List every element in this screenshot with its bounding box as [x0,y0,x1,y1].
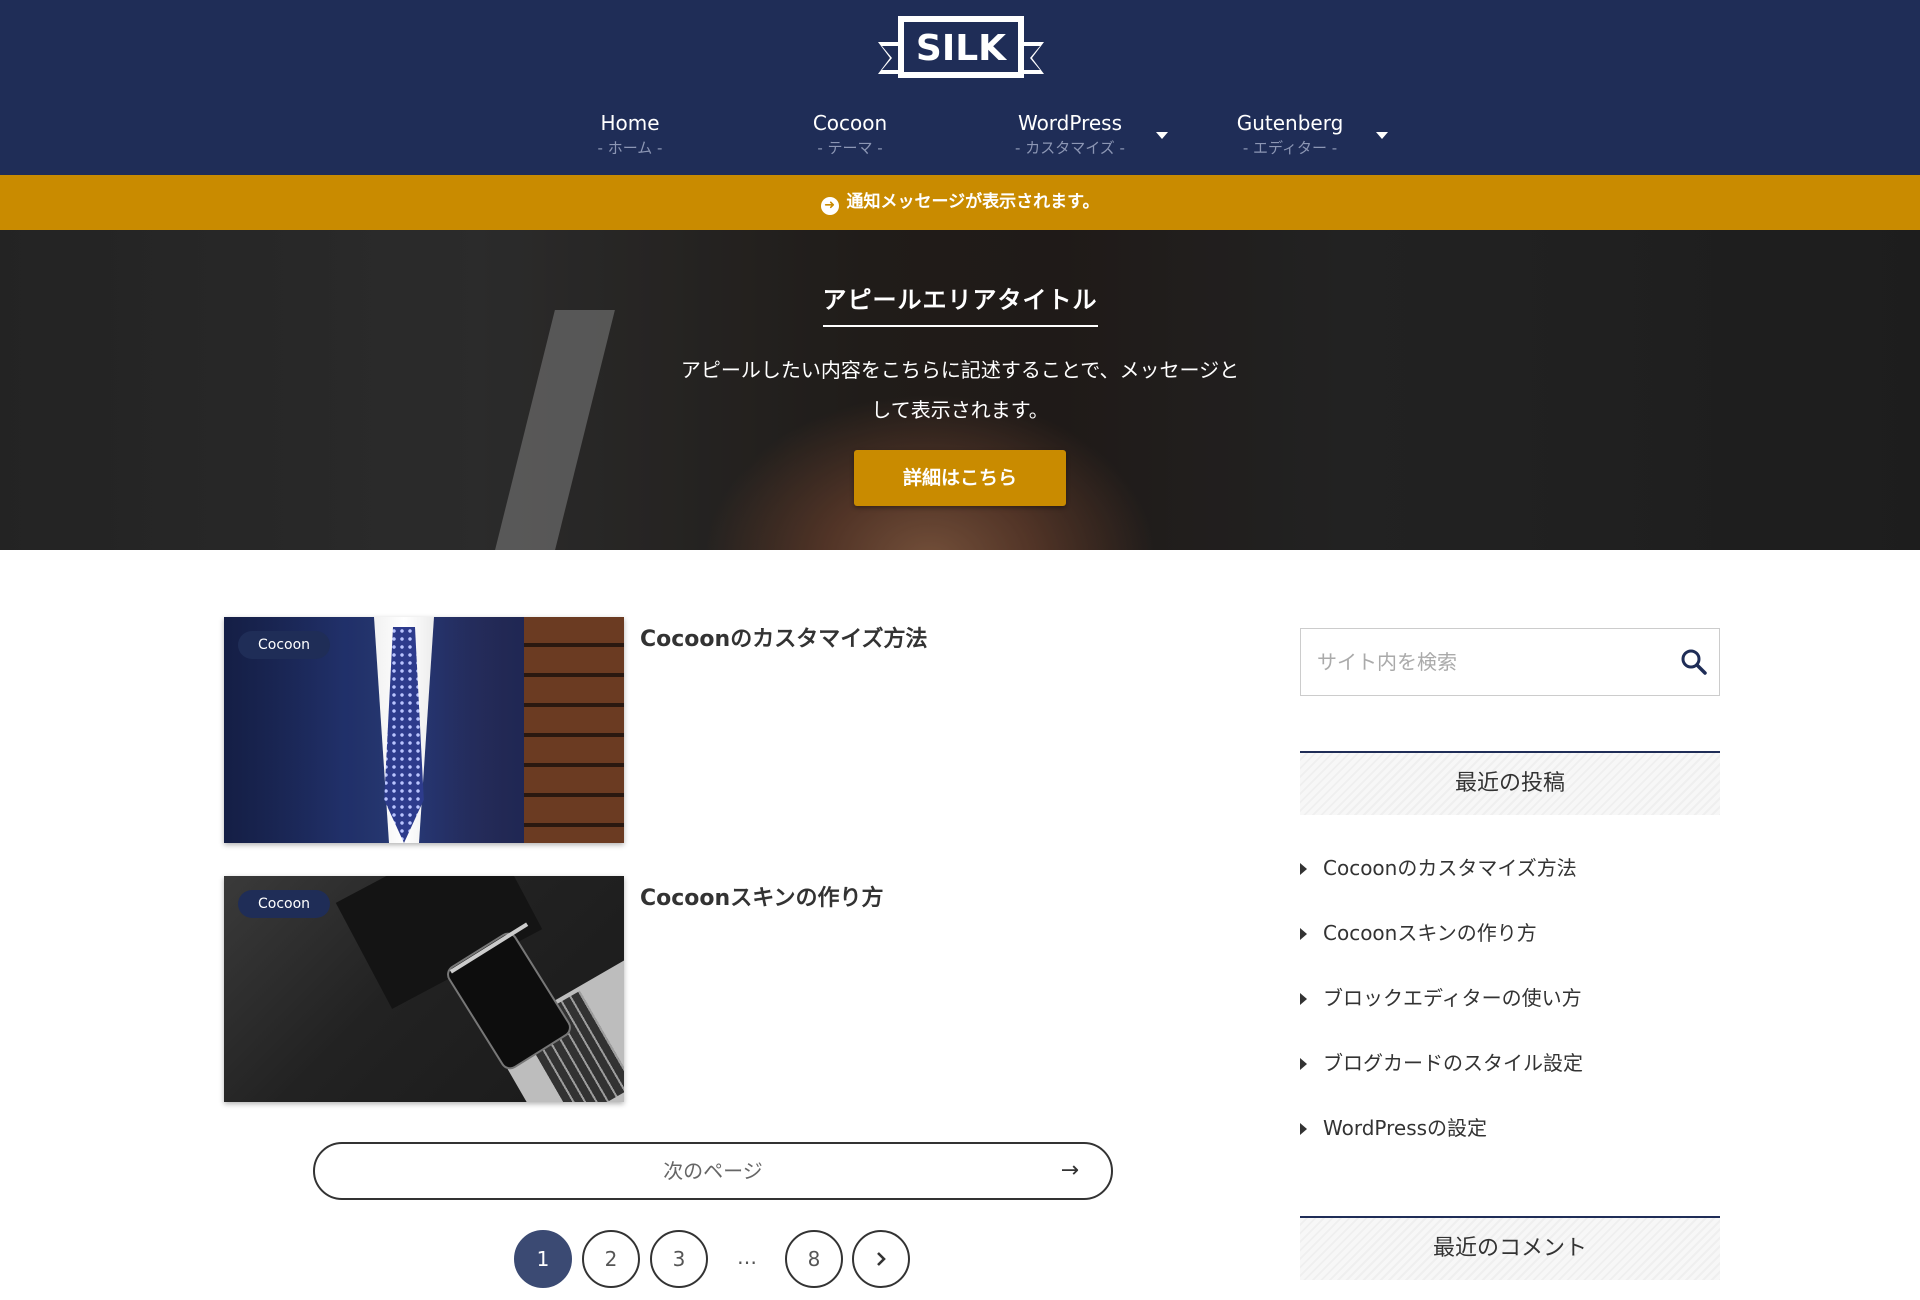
caret-right-icon [1300,1058,1307,1070]
page-number[interactable]: 3 [650,1230,708,1288]
page-number[interactable]: 2 [582,1230,640,1288]
entry-thumbnail[interactable]: Cocoon [224,617,624,843]
entry-title[interactable]: Cocoonのカスタマイズ方法 [640,621,928,653]
nav-item-gutenberg[interactable]: Gutenberg - エディター - [1180,110,1400,158]
arrow-right-icon: → [1060,1158,1079,1183]
search-input[interactable] [1301,629,1661,695]
search-icon[interactable] [1679,647,1709,677]
appeal-details-button[interactable]: 詳細はこちら [854,450,1066,506]
nav-label: Gutenberg [1236,111,1344,135]
logo-text: SILK [916,28,1007,69]
nav-sublabel: - カスタマイズ - [1015,139,1125,157]
appeal-title: アピールエリアタイトル [822,280,1098,327]
recent-post-link[interactable]: Cocoonのカスタマイズ方法 [1300,852,1720,881]
notice-bar[interactable]: ➜ 通知メッセージが表示されます。 [0,175,1920,230]
appeal-message: アピールしたい内容をこちらに記述することで、メッセージと して表示されます。 [680,358,1240,422]
nav-label: Home [600,111,660,135]
nav-item-home[interactable]: Home - ホーム - [520,110,740,158]
site-logo[interactable]: SILK [876,12,1046,88]
entry-card[interactable]: Cocoon Cocoonスキンの作り方 [224,876,1264,1102]
caret-right-icon [1300,993,1307,1005]
recent-post-link[interactable]: ブログカードのスタイル設定 [1300,1047,1720,1076]
nav-item-cocoon[interactable]: Cocoon - テーマ - [740,110,960,158]
caret-right-icon [1300,863,1307,875]
notice-text: 通知メッセージが表示されます。 [846,192,1100,212]
chevron-down-icon[interactable] [1376,132,1388,139]
category-label: Cocoon [238,890,331,918]
page-number[interactable]: 8 [785,1230,843,1288]
nav-item-wordpress[interactable]: WordPress - カスタマイズ - [960,110,1180,158]
recent-post-link[interactable]: ブロックエディターの使い方 [1300,982,1720,1011]
recent-posts-title: 最近の投稿 [1300,751,1720,815]
nav-label: Cocoon [812,111,888,135]
nav-label: WordPress [1017,111,1123,135]
recent-post-link[interactable]: WordPressの設定 [1300,1112,1720,1141]
nav-sublabel: - エディター - [1242,139,1338,157]
next-page-button[interactable]: 次のページ → [313,1142,1113,1200]
chevron-right-icon [877,1252,886,1266]
caret-right-icon [1300,928,1307,940]
next-page-label: 次のページ [663,1159,763,1183]
site-header: SILK Home - ホーム - Cocoon - テーマ - WordPre… [0,0,1920,175]
page-number-current[interactable]: 1 [514,1230,572,1288]
entry-title[interactable]: Cocoonスキンの作り方 [640,880,884,912]
caret-right-icon [1300,1123,1307,1135]
page-ellipsis: … [737,1245,757,1269]
global-nav: Home - ホーム - Cocoon - テーマ - WordPress - … [0,110,1920,170]
entry-thumbnail[interactable]: Cocoon [224,876,624,1102]
nav-sublabel: - テーマ - [817,139,883,157]
entry-card[interactable]: Cocoon Cocoonのカスタマイズ方法 [224,617,1264,843]
chevron-down-icon[interactable] [1156,132,1168,139]
nav-sublabel: - ホーム - [597,139,663,157]
search-form [1300,628,1720,696]
recent-comments-title: 最近のコメント [1300,1216,1720,1280]
next-page-icon-button[interactable] [852,1230,910,1288]
category-label: Cocoon [238,631,331,659]
recent-post-link[interactable]: Cocoonスキンの作り方 [1300,917,1720,946]
arrow-circle-right-icon: ➜ [820,197,839,215]
